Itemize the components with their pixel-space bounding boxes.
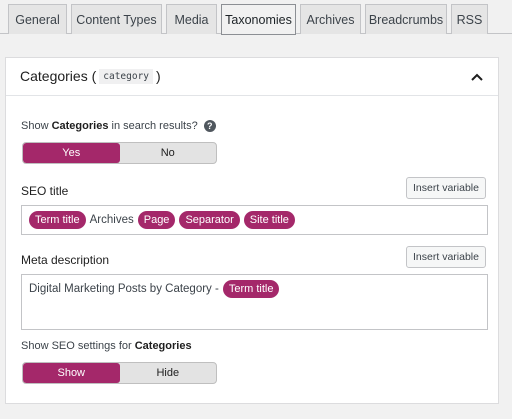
panel-title-text: Categories ( bbox=[20, 68, 97, 84]
variable-pill-separator[interactable]: Separator bbox=[179, 211, 240, 229]
panel-header[interactable]: Categories ( category ) bbox=[6, 58, 498, 96]
seo-settings-show[interactable]: Show bbox=[23, 363, 120, 383]
search-results-label: Show Categories in search results?? bbox=[21, 120, 216, 133]
tab-breadcrumbs[interactable]: Breadcrumbs bbox=[365, 4, 447, 34]
variable-pill-term-title[interactable]: Term title bbox=[222, 280, 280, 298]
categories-panel: Categories ( category ) Show Categories … bbox=[5, 57, 499, 404]
variable-pill-term-title[interactable]: Term title bbox=[29, 211, 86, 229]
search-results-label-pre: Show bbox=[21, 120, 52, 132]
tab-media[interactable]: Media bbox=[166, 4, 217, 34]
search-results-label-post: in search results? bbox=[108, 120, 198, 132]
tab-taxonomies[interactable]: Taxonomies bbox=[221, 4, 296, 35]
meta-description-text: Digital Marketing Posts by Category - bbox=[29, 283, 219, 295]
search-results-no[interactable]: No bbox=[120, 143, 217, 163]
meta-description-label: Meta description bbox=[21, 253, 110, 267]
meta-description-insert-variable-button[interactable]: Insert variable bbox=[406, 246, 486, 268]
meta-description-input[interactable]: Digital Marketing Posts by Category - Te… bbox=[21, 274, 488, 330]
seo-title-insert-variable-button[interactable]: Insert variable bbox=[406, 177, 486, 199]
tab-archives[interactable]: Archives bbox=[300, 4, 361, 34]
variable-pill-page[interactable]: Page bbox=[137, 211, 176, 229]
settings-tabs: General Content Types Media Taxonomies A… bbox=[0, 0, 512, 35]
seo-settings-hide[interactable]: Hide bbox=[120, 363, 217, 383]
seo-settings-label: Show SEO settings for Categories bbox=[21, 340, 192, 352]
panel-title: Categories ( category ) bbox=[20, 68, 161, 84]
search-results-toggle: Yes No bbox=[22, 142, 217, 164]
search-results-yes[interactable]: Yes bbox=[23, 143, 120, 163]
seo-title-label: SEO title bbox=[21, 184, 69, 198]
seo-settings-toggle: Show Hide bbox=[22, 362, 217, 384]
tab-general[interactable]: General bbox=[8, 4, 67, 34]
chevron-up-icon[interactable] bbox=[470, 70, 484, 84]
search-results-label-bold: Categories bbox=[51, 120, 109, 132]
seo-title-text: Archives bbox=[89, 214, 134, 226]
seo-settings-label-bold: Categories bbox=[134, 340, 192, 352]
tab-content-types[interactable]: Content Types bbox=[71, 4, 162, 34]
help-icon[interactable]: ? bbox=[203, 120, 216, 133]
tab-rss[interactable]: RSS bbox=[451, 4, 488, 34]
variable-pill-site-title[interactable]: Site title bbox=[243, 211, 295, 229]
seo-settings-label-pre: Show SEO settings for bbox=[21, 340, 135, 352]
taxonomy-slug: category bbox=[99, 68, 154, 84]
seo-title-input[interactable]: Term title Archives Page Separator Site … bbox=[21, 205, 488, 235]
panel-title-close: ) bbox=[156, 68, 161, 84]
